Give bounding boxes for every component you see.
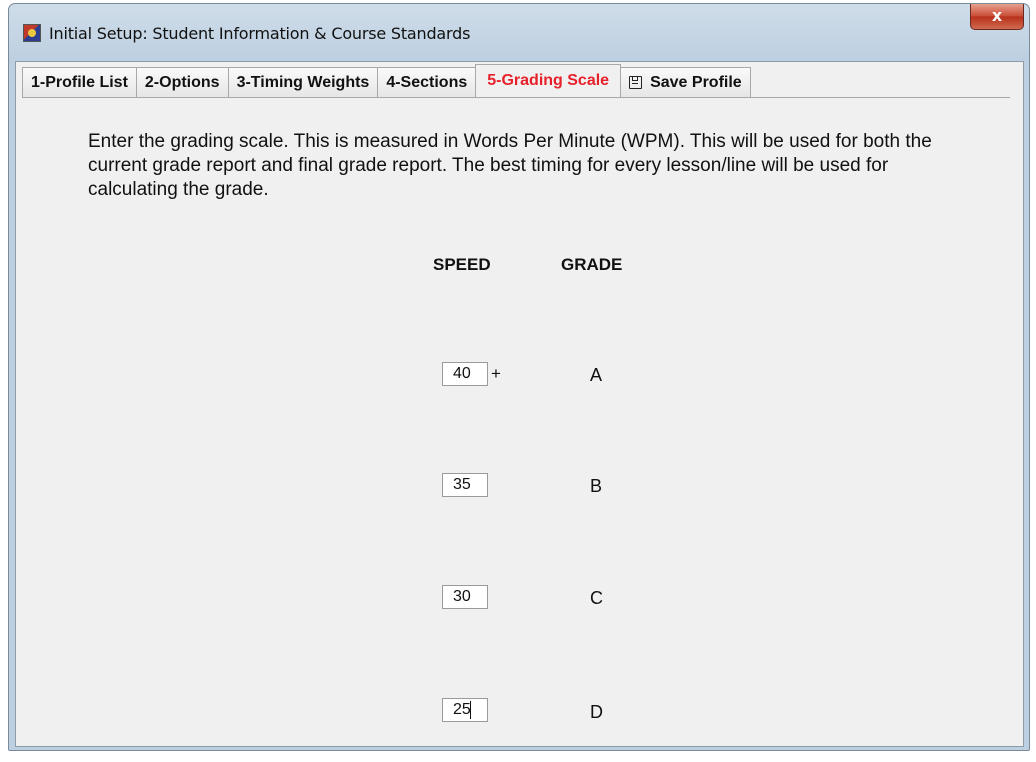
tab-timing-weights[interactable]: 3-Timing Weights bbox=[227, 67, 379, 97]
tab-grading-scale[interactable]: 5-Grading Scale bbox=[475, 64, 622, 97]
grade-label-c: C bbox=[590, 588, 603, 608]
grade-label-a: A bbox=[590, 365, 603, 385]
close-button[interactable]: x bbox=[970, 4, 1024, 30]
speed-column-header: SPEED bbox=[433, 255, 491, 274]
app-icon bbox=[23, 24, 41, 42]
tab-save-profile[interactable]: Save Profile bbox=[620, 67, 751, 97]
instructions-text: Enter the grading scale. This is measure… bbox=[88, 131, 932, 200]
grade-label-d: D bbox=[590, 702, 603, 722]
dialog-content: 1-Profile List 2-Options 3-Timing Weight… bbox=[15, 61, 1024, 747]
speed-input-b[interactable] bbox=[442, 473, 488, 497]
grade-column-header: GRADE bbox=[561, 255, 623, 274]
tab-options[interactable]: 2-Options bbox=[135, 67, 229, 97]
save-icon bbox=[629, 76, 643, 89]
grade-label-b: B bbox=[590, 476, 603, 496]
tab-bar: 1-Profile List 2-Options 3-Timing Weight… bbox=[22, 64, 751, 97]
tab-sections[interactable]: 4-Sections bbox=[377, 67, 477, 97]
text-caret bbox=[470, 701, 471, 719]
plus-suffix: + bbox=[491, 364, 501, 383]
save-profile-label: Save Profile bbox=[650, 74, 742, 91]
speed-input-a[interactable] bbox=[442, 362, 488, 386]
tab-divider bbox=[22, 97, 1010, 98]
tab-profile-list[interactable]: 1-Profile List bbox=[22, 67, 137, 97]
window-title: Initial Setup: Student Information & Cou… bbox=[49, 24, 471, 43]
title-bar[interactable]: Initial Setup: Student Information & Cou… bbox=[9, 4, 1029, 58]
setup-window: Initial Setup: Student Information & Cou… bbox=[8, 3, 1030, 751]
speed-input-d[interactable] bbox=[442, 698, 488, 722]
speed-input-c[interactable] bbox=[442, 585, 488, 609]
